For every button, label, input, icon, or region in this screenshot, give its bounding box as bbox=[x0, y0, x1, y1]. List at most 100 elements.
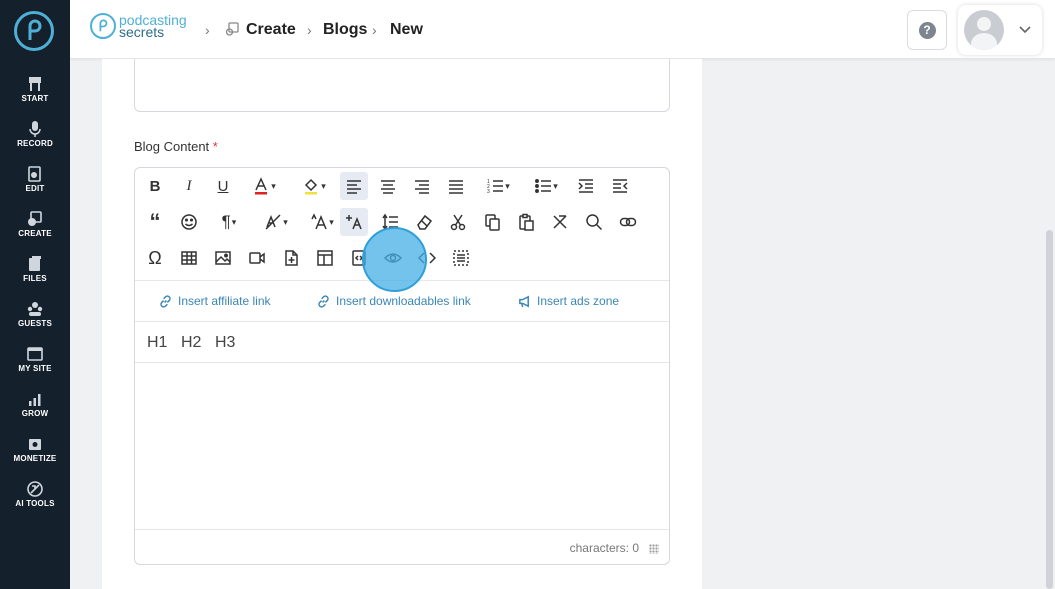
files-icon bbox=[29, 256, 41, 271]
help-button[interactable]: ? bbox=[907, 10, 947, 50]
insert-table-button[interactable] bbox=[175, 244, 203, 272]
nav-guests[interactable]: GUESTS bbox=[0, 300, 70, 328]
ordered-list-button[interactable]: 123 ▾ bbox=[478, 172, 518, 200]
ordered-list-icon: 123 bbox=[487, 179, 504, 195]
nav-label: EDIT bbox=[25, 184, 45, 193]
nav-start[interactable]: START bbox=[0, 75, 70, 103]
find-button[interactable] bbox=[580, 208, 608, 236]
app-logo[interactable] bbox=[14, 11, 54, 51]
blockquote-button[interactable]: “ bbox=[141, 208, 169, 236]
insert-video-button[interactable] bbox=[243, 244, 271, 272]
insert-ads-zone-link[interactable]: Insert ads zone bbox=[518, 294, 619, 308]
underline-button[interactable]: U bbox=[209, 172, 237, 200]
nav-monetize[interactable]: MONETIZE bbox=[0, 435, 70, 463]
insert-downloadables-link[interactable]: Insert downloadables link bbox=[317, 294, 471, 308]
chevron-down-icon bbox=[1019, 26, 1031, 34]
select-all-icon bbox=[453, 250, 469, 266]
outdent-button[interactable] bbox=[606, 172, 634, 200]
editor-status-bar: characters: 0 bbox=[135, 529, 669, 564]
smiley-icon bbox=[181, 214, 197, 230]
align-center-button[interactable] bbox=[374, 172, 402, 200]
insert-ads-zone-label: Insert ads zone bbox=[537, 294, 620, 308]
link-icon bbox=[160, 294, 171, 308]
insert-affiliate-link[interactable]: Insert affiliate link bbox=[159, 294, 271, 308]
microphone-icon bbox=[29, 121, 41, 137]
highlight-color-button[interactable]: ▾ bbox=[293, 172, 335, 200]
align-left-button[interactable] bbox=[340, 172, 368, 200]
align-center-icon bbox=[381, 180, 395, 194]
chevron-down-icon: ▾ bbox=[505, 180, 510, 191]
text-color-button[interactable]: ▾ bbox=[243, 172, 285, 200]
paste-icon bbox=[519, 213, 534, 231]
breadcrumb-create[interactable]: Create bbox=[246, 21, 296, 39]
paragraph-format-button[interactable]: ¶ ▾ bbox=[209, 208, 249, 236]
link-icon bbox=[318, 294, 329, 308]
align-left-icon bbox=[347, 180, 361, 194]
nav-label: GROW bbox=[21, 409, 49, 418]
page-scrollbar[interactable] bbox=[1046, 230, 1053, 589]
brand-icon bbox=[90, 13, 116, 39]
previous-field[interactable] bbox=[134, 59, 670, 112]
insert-template-button[interactable] bbox=[311, 244, 339, 272]
cut-button[interactable] bbox=[444, 208, 472, 236]
scissors-icon bbox=[450, 214, 466, 231]
resize-handle-icon[interactable] bbox=[649, 544, 659, 554]
align-right-button[interactable] bbox=[408, 172, 436, 200]
remove-format-button[interactable] bbox=[546, 208, 574, 236]
logo-icon bbox=[28, 19, 42, 40]
chevron-down-icon: ▾ bbox=[283, 216, 288, 227]
toolbar-row-1: B I U ▾ ▾ 123 ▾ ▾ bbox=[135, 172, 669, 208]
nav-label: GUESTS bbox=[17, 319, 53, 328]
nav-create[interactable]: CREATE bbox=[0, 210, 70, 238]
video-icon bbox=[249, 252, 265, 264]
nav-label: RECORD bbox=[17, 139, 53, 148]
label-text: Blog Content bbox=[134, 139, 210, 154]
underline-icon: U bbox=[217, 177, 229, 195]
nav-my-site[interactable]: MY SITE bbox=[0, 345, 70, 373]
paragraph-style-button[interactable]: ▾ bbox=[255, 208, 297, 236]
nav-label: MY SITE bbox=[18, 364, 52, 373]
omega-icon: Ω bbox=[148, 247, 162, 268]
chevron-right-icon: › bbox=[205, 22, 210, 38]
clear-formatting-button[interactable] bbox=[410, 208, 438, 236]
copy-button[interactable] bbox=[478, 208, 506, 236]
breadcrumb-blogs[interactable]: Blogs bbox=[323, 21, 367, 39]
bullet-list-button[interactable]: ▾ bbox=[526, 172, 566, 200]
align-justify-icon bbox=[449, 180, 463, 194]
editor-content-area[interactable] bbox=[135, 363, 669, 529]
heading-h2-button[interactable]: H2 bbox=[181, 334, 201, 352]
indent-button[interactable] bbox=[572, 172, 600, 200]
insert-link-button[interactable] bbox=[614, 208, 642, 236]
avatar bbox=[964, 10, 1004, 50]
insert-image-button[interactable] bbox=[209, 244, 237, 272]
nav-record[interactable]: RECORD bbox=[0, 120, 70, 148]
brand-logo[interactable]: podcasting secrets bbox=[90, 13, 187, 39]
user-menu-button[interactable] bbox=[958, 5, 1042, 55]
italic-button[interactable]: I bbox=[175, 172, 203, 200]
special-characters-button[interactable]: Ω bbox=[141, 244, 169, 272]
table-icon bbox=[181, 251, 197, 265]
nav-files[interactable]: FILES bbox=[0, 255, 70, 283]
remove-format-icon bbox=[553, 215, 567, 229]
bullet-list-icon bbox=[535, 179, 552, 193]
select-all-button[interactable] bbox=[447, 244, 475, 272]
sidebar: START RECORD EDIT CREATE FILES GUESTS MY… bbox=[0, 0, 70, 589]
chevron-right-icon: › bbox=[372, 22, 377, 38]
font-size-button[interactable]: ▾ bbox=[301, 208, 343, 236]
chevron-down-icon: ▾ bbox=[321, 180, 326, 191]
guests-icon bbox=[27, 302, 43, 316]
inline-class-button[interactable] bbox=[340, 208, 368, 236]
bold-icon: B bbox=[149, 177, 161, 195]
insert-file-button[interactable] bbox=[277, 244, 305, 272]
grow-icon bbox=[29, 394, 41, 406]
paste-button[interactable] bbox=[512, 208, 540, 236]
align-justify-button[interactable] bbox=[442, 172, 470, 200]
chevron-down-icon: ▾ bbox=[231, 216, 237, 227]
nav-grow[interactable]: GROW bbox=[0, 390, 70, 418]
nav-edit[interactable]: EDIT bbox=[0, 165, 70, 193]
bold-button[interactable]: B bbox=[141, 172, 169, 200]
nav-ai-tools[interactable]: AI TOOLS bbox=[0, 480, 70, 508]
heading-h3-button[interactable]: H3 bbox=[215, 334, 235, 352]
heading-h1-button[interactable]: H1 bbox=[147, 334, 167, 352]
emoji-button[interactable] bbox=[175, 208, 203, 236]
